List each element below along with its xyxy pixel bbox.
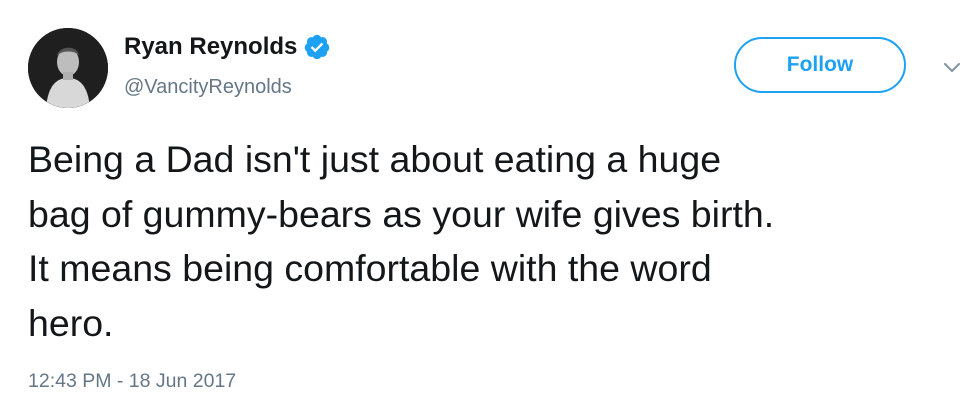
author-name-row: Ryan Reynolds — [124, 32, 331, 62]
verified-badge-icon — [303, 33, 331, 61]
follow-button[interactable]: Follow — [734, 37, 906, 93]
tweet-card: Ryan Reynolds @VancityReynolds Follow Be… — [0, 0, 980, 418]
avatar-photo — [28, 28, 108, 108]
author-display-name[interactable]: Ryan Reynolds — [124, 32, 297, 62]
tweet-timestamp[interactable]: 12:43 PM - 18 Jun 2017 — [28, 368, 236, 394]
author-handle[interactable]: @VancityReynolds — [124, 74, 292, 100]
chevron-down-icon[interactable] — [940, 58, 964, 78]
avatar[interactable] — [28, 28, 108, 108]
tweet-text: Being a Dad isn't just about eating a hu… — [28, 138, 775, 344]
